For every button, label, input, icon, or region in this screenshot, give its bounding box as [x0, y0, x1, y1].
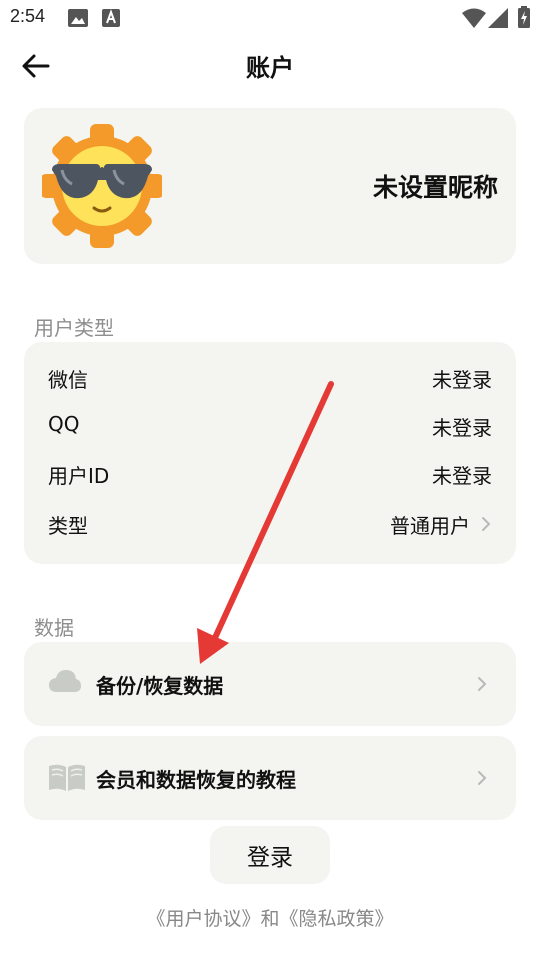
info-row-type[interactable]: 类型 普通用户 — [48, 506, 492, 542]
tutorial-item[interactable]: 会员和数据恢复的教程 — [24, 736, 516, 820]
book-icon — [49, 764, 85, 791]
chevron-right-icon — [478, 677, 487, 691]
sun-with-sunglasses-icon[interactable] — [42, 124, 162, 248]
chevron-right-icon — [478, 771, 487, 785]
app-bar: 账户 — [0, 36, 540, 96]
backup-restore-item[interactable]: 备份/恢复数据 — [24, 642, 516, 726]
info-value: 普通用户 — [390, 514, 470, 538]
status-time: 2:54 — [10, 6, 46, 26]
menu-label: 会员和数据恢复的教程 — [96, 768, 296, 792]
info-value: 未登录 — [432, 416, 492, 440]
info-row-qq: QQ 未登录 — [48, 408, 492, 444]
chevron-right-icon — [482, 517, 491, 531]
login-button[interactable]: 登录 — [210, 826, 330, 884]
nickname[interactable]: 未设置昵称 — [373, 168, 498, 204]
privacy-policy-link[interactable]: 《隐私政策》 — [280, 908, 394, 930]
user-agreement-link[interactable]: 《用户协议》 — [146, 908, 260, 930]
signal-icon — [488, 8, 508, 28]
profile-card[interactable]: 未设置昵称 — [24, 108, 516, 264]
user-info-card: 微信 未登录 QQ 未登录 用户ID 未登录 类型 普通用户 — [24, 342, 516, 564]
image-icon — [68, 9, 88, 27]
section-label-data: 数据 — [34, 616, 74, 640]
info-key: QQ — [48, 412, 80, 436]
font-icon — [102, 9, 120, 27]
section-label-user-type: 用户类型 — [34, 316, 114, 340]
info-row-wechat: 微信 未登录 — [48, 360, 492, 396]
battery-icon — [518, 6, 530, 28]
info-key: 用户ID — [48, 464, 110, 488]
info-key: 类型 — [48, 514, 88, 538]
info-value: 未登录 — [432, 464, 492, 488]
footer-links: 《用户协议》和《隐私政策》 — [0, 904, 540, 931]
wifi-icon — [462, 8, 486, 28]
footer-connector: 和 — [260, 908, 280, 930]
status-bar: 2:54 — [0, 0, 540, 36]
page-title: 账户 — [246, 54, 294, 82]
cloud-icon — [49, 670, 81, 692]
info-value: 未登录 — [432, 368, 492, 392]
menu-label: 备份/恢复数据 — [96, 674, 224, 698]
info-row-user-id: 用户ID 未登录 — [48, 456, 492, 492]
info-key: 微信 — [48, 368, 88, 392]
